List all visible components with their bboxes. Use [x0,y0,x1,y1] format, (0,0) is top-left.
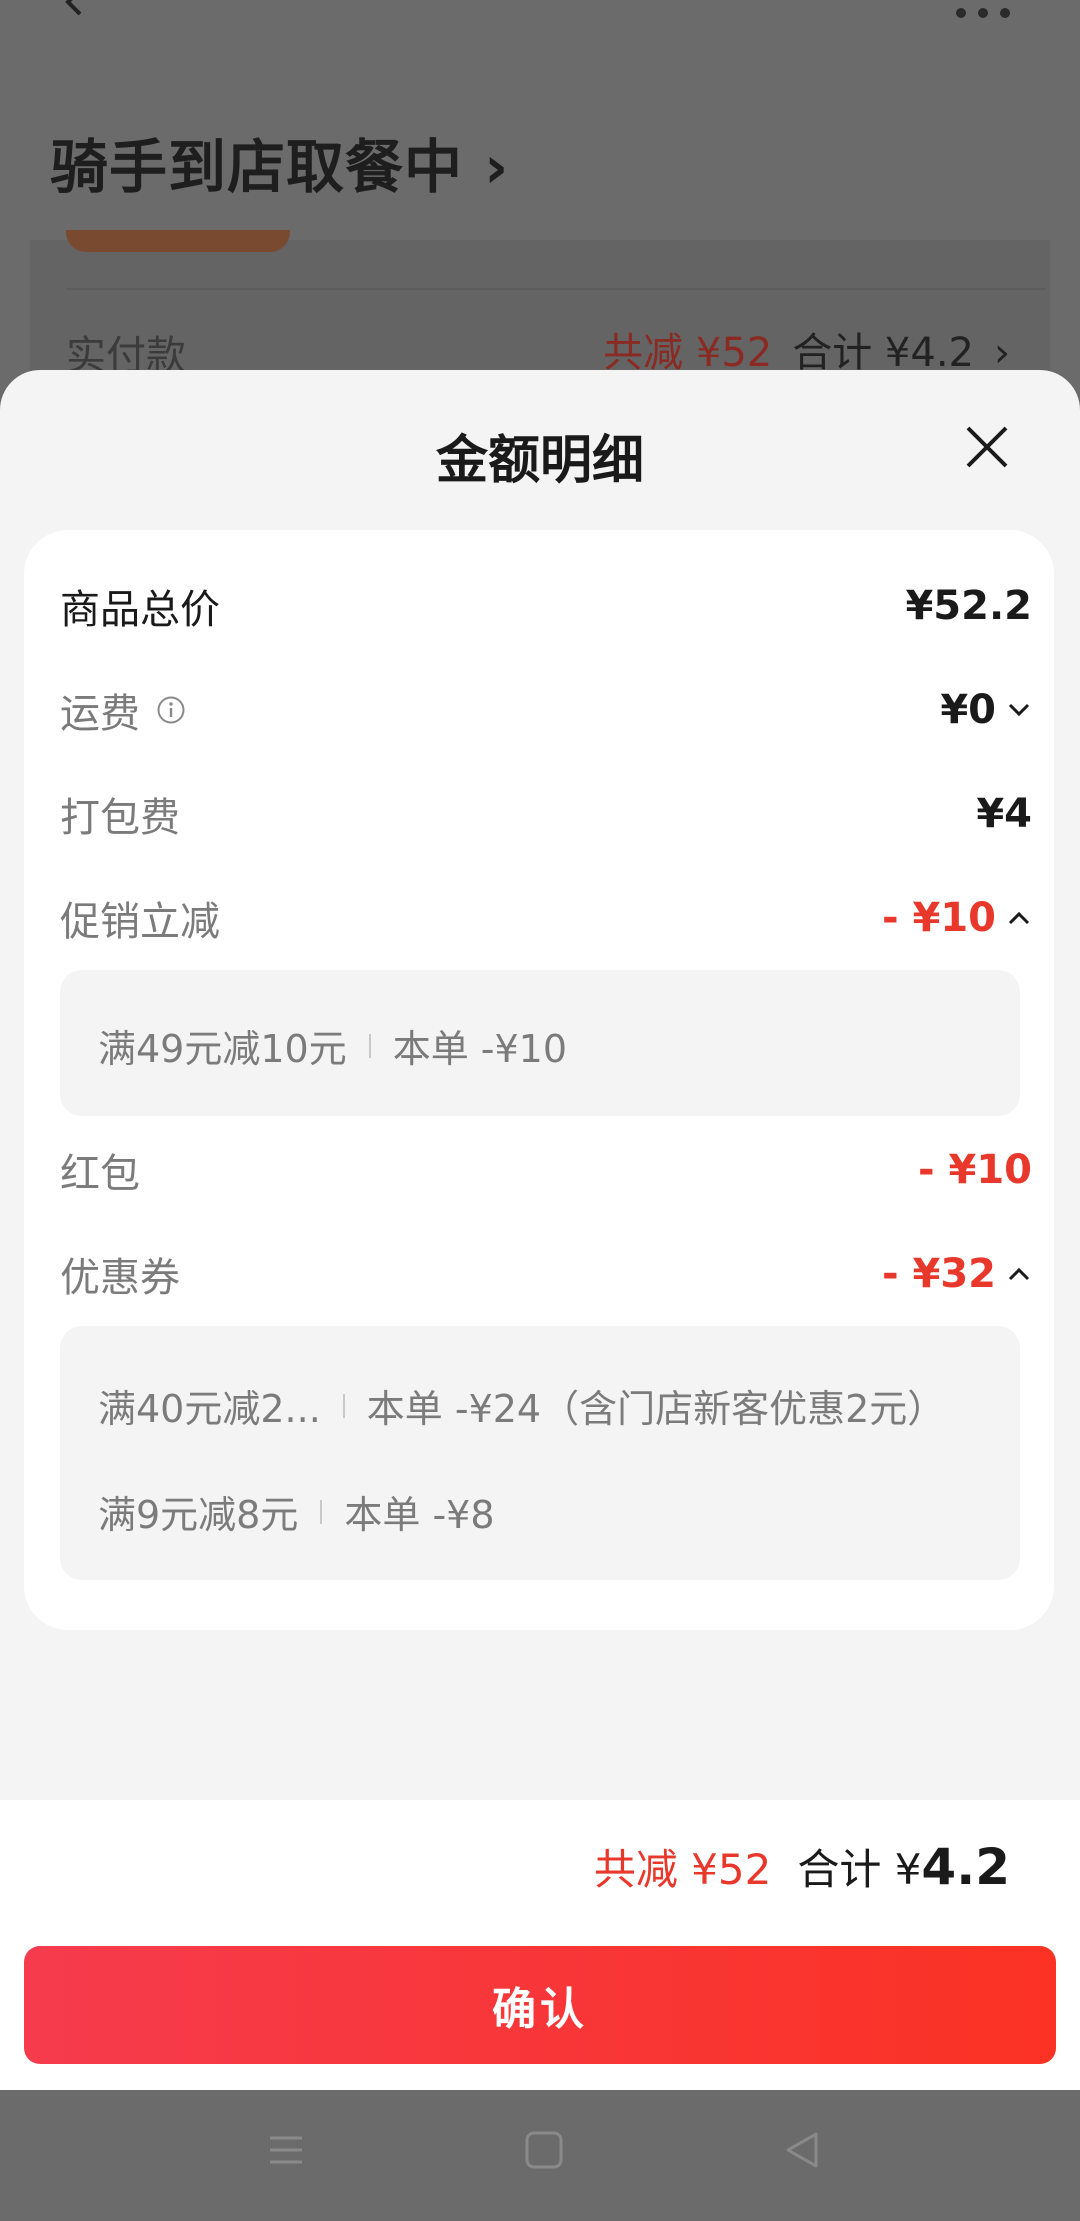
promo-applied: 本单 -¥10 [392,1027,568,1071]
system-nav-bar [0,2090,1080,2221]
total-prefix: 合计 ¥ [797,1845,922,1894]
home-icon[interactable] [524,2130,564,2170]
coupon-detail-box: 满40元减2... 本单 -¥24（含门店新客优惠2元） 满9元减8元 本单 -… [60,1326,1020,1580]
promo-row[interactable]: 促销立减 - ¥10 [60,888,1040,948]
info-icon[interactable] [156,695,186,725]
total-discount: 共减 ¥52 [593,1845,772,1894]
amount-detail-sheet: 金额明细 商品总价 ¥52.2 运费 ¥0 打包费 ¥4 促销立减 - ¥10 … [0,370,1080,1800]
coupon-rule: 满40元减2... [98,1387,321,1431]
goods-total-value: ¥52.2 [905,583,1032,629]
separator [320,1499,323,1524]
promo-detail-line: 满49元减10元 本单 -¥10 [98,1018,567,1073]
total-amount: 合计 ¥4.2 [797,1836,1010,1897]
promo-rule: 满49元减10元 [98,1027,347,1071]
coupon-detail-line: 满40元减2... 本单 -¥24（含门店新客优惠2元） [98,1378,945,1433]
coupon-detail-line: 满9元减8元 本单 -¥8 [98,1484,495,1539]
packing-label: 打包费 [60,795,180,841]
menu-icon[interactable] [266,2130,306,2170]
back-icon[interactable] [782,2130,822,2170]
sheet-title: 金额明细 [435,431,644,491]
background-order-page: 骑手到店取餐中 › 实付款 共减 ¥52 合计 ¥4.2 › [0,0,1080,400]
packing-value: ¥4 [976,791,1032,837]
coupon-value: - ¥32 [881,1251,996,1297]
shipping-value: ¥0 [940,687,996,733]
chevron-up-icon[interactable] [1006,905,1032,931]
confirm-button[interactable]: 确认 [24,1946,1056,2064]
total-summary-bar: 共减 ¥52 合计 ¥4.2 [0,1800,1080,1932]
red-packet-row: 红包 - ¥10 [60,1140,1040,1200]
coupon-row[interactable]: 优惠券 - ¥32 [60,1244,1040,1304]
promo-value: - ¥10 [881,895,996,941]
shipping-row[interactable]: 运费 ¥0 [60,680,1040,740]
promo-label: 促销立减 [60,899,220,945]
red-packet-label: 红包 [60,1151,140,1197]
chevron-up-icon[interactable] [1006,1261,1032,1287]
separator [342,1393,345,1418]
more-options-icon[interactable] [956,8,1010,18]
coupon-label: 优惠券 [60,1255,180,1301]
shipping-label: 运费 [60,691,140,737]
close-icon[interactable] [962,422,1012,472]
promo-detail-box: 满49元减10元 本单 -¥10 [60,970,1020,1116]
coupon-rule: 满9元减8元 [98,1493,299,1537]
packing-row: 打包费 ¥4 [60,784,1040,844]
background-orange-button [66,230,290,252]
red-packet-value: - ¥10 [917,1147,1032,1193]
confirm-area: 确认 [0,1930,1080,2090]
goods-total-row: 商品总价 ¥52.2 [60,576,1040,636]
goods-total-label: 商品总价 [60,587,220,633]
chevron-down-icon[interactable] [1006,697,1032,723]
separator [368,1033,371,1058]
order-status-title[interactable]: 骑手到店取餐中 › [50,120,509,204]
divider [66,288,1046,290]
total-value: 4.2 [921,1838,1010,1896]
coupon-applied: 本单 -¥24（含门店新客优惠2元） [366,1387,946,1431]
detail-card: 商品总价 ¥52.2 运费 ¥0 打包费 ¥4 促销立减 - ¥10 满49元减… [24,530,1054,1630]
back-arrow-icon[interactable] [58,0,88,20]
coupon-applied: 本单 -¥8 [344,1493,495,1537]
